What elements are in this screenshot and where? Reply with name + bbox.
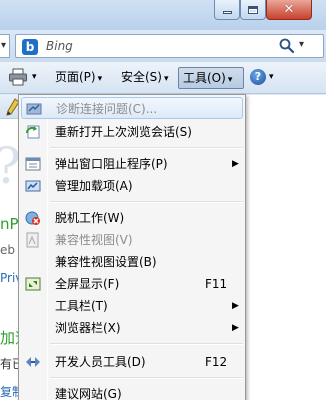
chevron-down-icon: ▾ xyxy=(163,74,169,84)
menu-item-label: 工具栏(T) xyxy=(55,299,108,313)
menu-item-label: 建议网站(G) xyxy=(55,387,122,400)
background-text: nP xyxy=(0,215,19,233)
menu-item-work-offline[interactable]: 脱机工作(W) xyxy=(21,207,243,229)
menu-item-suggested-sites[interactable]: 建议网站(G) xyxy=(21,383,243,400)
menu-separator xyxy=(50,201,243,203)
page-menu-button[interactable]: 页面(P) ▾ xyxy=(52,67,105,89)
menu-item-compat-view-settings[interactable]: 兼容性视图设置(B) xyxy=(21,251,243,273)
maximize-icon xyxy=(248,5,258,14)
reopen-session-icon xyxy=(26,125,40,139)
menu-item-manage-addons[interactable]: 管理加载项(A) xyxy=(21,175,243,197)
menu-item-fullscreen[interactable]: 全屏显示(F) F11 xyxy=(21,273,243,295)
printer-icon[interactable] xyxy=(8,68,28,86)
safety-menu-button[interactable]: 安全(S) ▾ xyxy=(118,67,172,89)
search-dropdown-icon[interactable]: ▾ xyxy=(299,39,304,50)
help-icon[interactable]: ? xyxy=(250,69,266,85)
compat-view-icon xyxy=(26,232,39,248)
menu-item-label: 弹出窗口阻止程序(P) xyxy=(55,157,168,171)
menu-item-reopen-session[interactable]: 重新打开上次浏览会话(S) xyxy=(21,121,243,143)
menu-item-compat-view[interactable]: 兼容性视图(V) xyxy=(21,229,243,251)
chevron-down-icon: ▾ xyxy=(227,75,233,85)
menu-item-label: 浏览器栏(X) xyxy=(55,321,121,335)
close-button[interactable]: ✕ xyxy=(266,0,312,20)
close-icon: ✕ xyxy=(283,2,295,17)
chevron-down-icon: ▾ xyxy=(97,74,103,84)
safety-menu-label: 安全(S) xyxy=(121,70,162,84)
menu-item-shortcut: F11 xyxy=(205,277,228,291)
submenu-arrow-icon: ▶ xyxy=(232,323,239,333)
title-bar: ✕ xyxy=(0,0,326,30)
command-bar: ▾ 页面(P) ▾ 安全(S) ▾ 工具(O) ▾ ? ▾ xyxy=(0,62,326,94)
fullscreen-icon xyxy=(25,277,41,291)
minimize-button[interactable] xyxy=(214,0,240,20)
addons-icon xyxy=(25,180,41,192)
menu-item-label: 兼容性视图设置(B) xyxy=(55,255,157,269)
menu-item-diagnose[interactable]: 诊断连接问题(C)... xyxy=(21,97,243,119)
menu-item-toolbars[interactable]: 工具栏(T) ▶ xyxy=(21,295,243,317)
offline-icon xyxy=(25,211,40,225)
maximize-button[interactable] xyxy=(240,0,266,20)
tools-menu-label: 工具(O) xyxy=(183,71,226,85)
print-dropdown-icon[interactable]: ▾ xyxy=(32,72,37,82)
submenu-arrow-icon: ▶ xyxy=(232,159,239,169)
help-dropdown-icon[interactable]: ▾ xyxy=(269,72,274,82)
menu-item-label: 重新打开上次浏览会话(S) xyxy=(55,125,192,139)
address-bar-edge[interactable]: ▾ xyxy=(0,34,10,58)
menu-item-label: 开发人员工具(D) xyxy=(55,355,146,369)
menu-item-label: 兼容性视图(V) xyxy=(55,233,133,247)
minimize-icon xyxy=(222,11,232,14)
menu-item-popup-blocker[interactable]: 弹出窗口阻止程序(P) ▶ xyxy=(21,153,243,175)
page-menu-label: 页面(P) xyxy=(55,70,96,84)
submenu-arrow-icon: ▶ xyxy=(232,301,239,311)
diagnose-icon xyxy=(26,103,42,115)
bing-icon: b xyxy=(22,39,38,55)
menu-separator xyxy=(50,147,243,149)
search-input[interactable]: Bing xyxy=(46,39,73,53)
menu-item-label: 全屏显示(F) xyxy=(55,277,120,291)
popup-blocker-icon xyxy=(25,157,41,171)
menu-item-developer-tools[interactable]: 开发人员工具(D) F12 xyxy=(21,351,243,373)
search-row: ▾ b Bing ▾ xyxy=(0,30,326,62)
tools-menu: 诊断连接问题(C)... 重新打开上次浏览会话(S) 弹出窗口阻止程序(P) ▶… xyxy=(18,94,246,400)
menu-item-label: 诊断连接问题(C)... xyxy=(56,102,158,116)
search-box[interactable]: b Bing ▾ xyxy=(15,34,324,58)
menu-item-explorer-bars[interactable]: 浏览器栏(X) ▶ xyxy=(21,317,243,339)
menu-item-label: 脱机工作(W) xyxy=(55,211,125,225)
developer-tools-icon xyxy=(26,357,40,367)
tools-menu-button[interactable]: 工具(O) ▾ xyxy=(178,67,244,89)
address-dropdown-icon: ▾ xyxy=(1,40,7,51)
menu-item-shortcut: F12 xyxy=(205,355,228,369)
menu-separator xyxy=(50,377,243,379)
menu-item-label: 管理加载项(A) xyxy=(55,179,133,193)
search-icon[interactable] xyxy=(278,37,296,55)
menu-separator xyxy=(50,343,243,345)
